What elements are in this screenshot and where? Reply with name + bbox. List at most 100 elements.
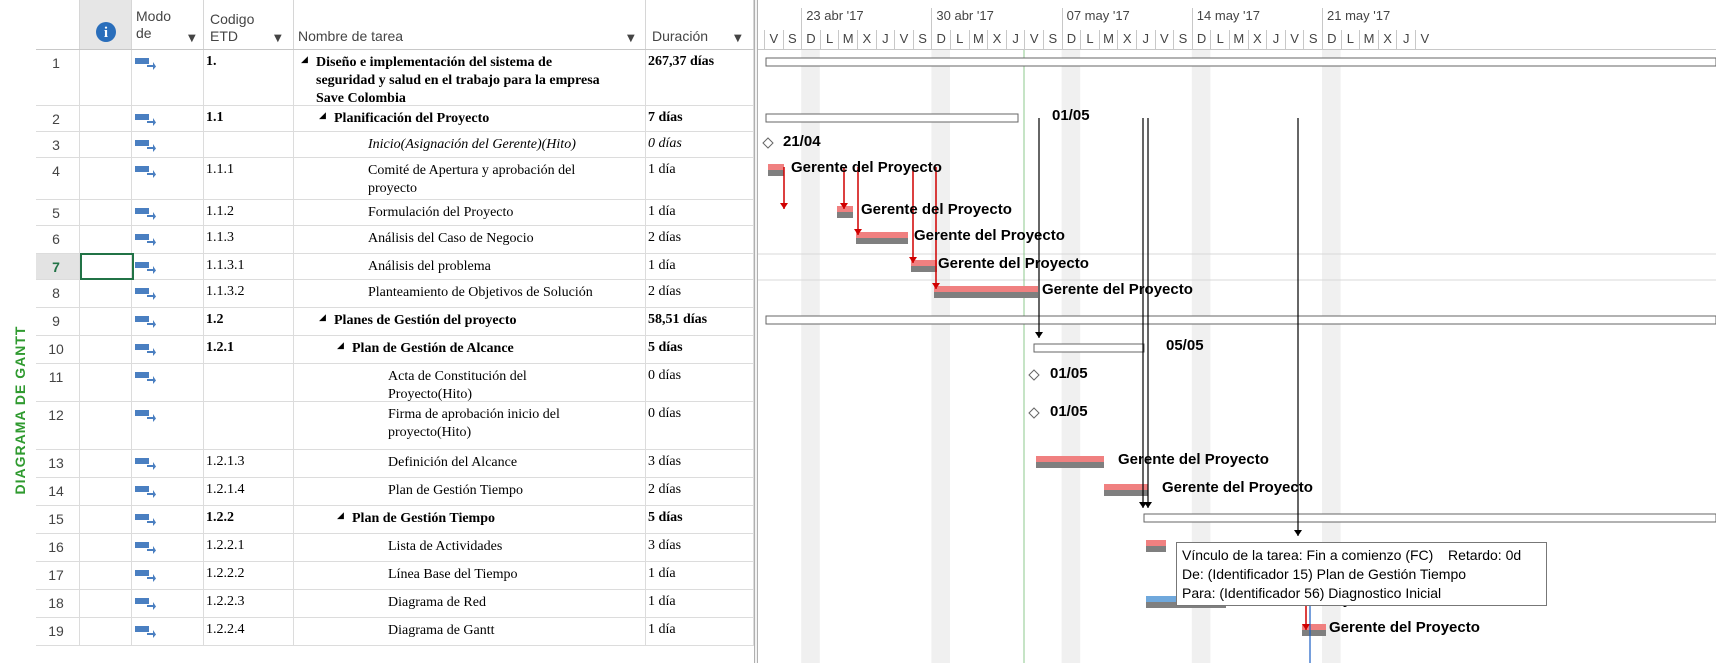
indicator-cell[interactable] — [80, 562, 132, 589]
duration-value: 0 días — [648, 136, 682, 151]
wbs-cell[interactable] — [204, 402, 294, 449]
row-number-cell[interactable]: 8 — [36, 280, 80, 307]
indicator-cell[interactable] — [80, 132, 132, 157]
header-mode[interactable]: Modo de ▼ — [132, 0, 204, 50]
table-row[interactable]: 8 1.1.3.2 Planteamiento de Objetivos de S… — [36, 280, 754, 308]
wbs-cell[interactable] — [204, 132, 294, 157]
indicator-cell[interactable] — [80, 106, 132, 131]
table-row[interactable]: 7 1.1.3.1 Análisis del problema 1 día — [36, 253, 754, 280]
task-name-line: Diagrama de Red — [388, 595, 486, 610]
indicator-cell[interactable] — [80, 308, 132, 335]
summary-bar — [1033, 343, 1145, 353]
indicator-cell[interactable] — [80, 158, 132, 199]
indicator-cell[interactable] — [80, 534, 132, 561]
indicator-cell[interactable] — [80, 618, 132, 645]
wbs-cell[interactable] — [204, 50, 294, 105]
header-duration[interactable]: Duración ▼ — [646, 0, 754, 50]
duration-value: 0 días — [648, 368, 682, 383]
gantt-view-label: DIAGRAMA DE GANTT — [12, 325, 28, 495]
table-row[interactable]: 14 1.2.1.4 Plan de Gestión Tiempo 2 días — [36, 478, 754, 506]
table-row[interactable]: 6 1.1.3 Análisis del Caso de Negocio 2 día… — [36, 226, 754, 254]
table-row[interactable]: 11 Acta de Constitución del Proyecto(Hito… — [36, 364, 754, 402]
row-number-cell[interactable]: 1 — [36, 50, 80, 105]
row-number-cell[interactable]: 7 — [36, 254, 80, 279]
row-number-cell[interactable]: 16 — [36, 534, 80, 561]
timescale-day: V — [1284, 30, 1304, 50]
link-tooltip: Vínculo de la tarea: Fin a comienzo (FC)… — [1176, 542, 1547, 606]
indicator-cell[interactable] — [80, 402, 132, 449]
auto-schedule-icon — [135, 166, 156, 178]
row-number-cell[interactable]: 19 — [36, 618, 80, 645]
indicator-cell[interactable] — [80, 226, 132, 253]
collapse-icon[interactable]: ◢ — [319, 111, 326, 121]
indicator-cell[interactable] — [80, 336, 132, 363]
task-name-line: Plan de Gestión Tiempo — [352, 511, 496, 526]
row-number-cell[interactable]: 12 — [36, 402, 80, 449]
chevron-down-icon[interactable]: ▼ — [627, 33, 635, 44]
chevron-down-icon[interactable]: ▼ — [188, 33, 196, 44]
indicator-cell[interactable] — [80, 280, 132, 307]
row-number-cell[interactable]: 3 — [36, 132, 80, 157]
table-row[interactable]: 10 1.2.1 ◢ Plan de Gestión de Alcance 5 día… — [36, 336, 754, 364]
row-number-cell[interactable]: 14 — [36, 478, 80, 505]
task-name: Línea Base del Tiempo — [388, 566, 518, 584]
table-row[interactable]: 18 1.2.2.3 Diagrama de Red 1 día — [36, 590, 754, 618]
table-row[interactable]: 3 Inicio(Asignación del Gerente)(Hito) 0 … — [36, 132, 754, 158]
indicator-cell[interactable] — [80, 590, 132, 617]
table-row[interactable]: 19 1.2.2.4 Diagrama de Gantt 1 día — [36, 618, 754, 646]
row-number-cell[interactable]: 11 — [36, 364, 80, 401]
header-info[interactable]: i — [80, 0, 132, 50]
collapse-icon[interactable]: ◢ — [319, 313, 326, 323]
collapse-icon[interactable]: ◢ — [301, 55, 308, 65]
row-number: 18 — [48, 595, 64, 611]
row-number-cell[interactable]: 15 — [36, 506, 80, 533]
table-row[interactable]: 4 1.1.1 Comité de Apertura y aprobación d… — [36, 158, 754, 200]
task-name: Análisis del Caso de Negocio — [368, 230, 534, 248]
duration-value: 1 día — [648, 594, 676, 609]
task-name: Diagrama de Gantt — [388, 622, 495, 640]
wbs-cell[interactable] — [204, 364, 294, 401]
header-task-name[interactable]: Nombre de tarea ▼ — [294, 0, 646, 50]
table-row[interactable]: 12 Firma de aprobación inicio del proyect… — [36, 402, 754, 450]
table-row[interactable]: 16 1.2.2.1 Lista de Actividades 3 días — [36, 534, 754, 562]
row-number-cell[interactable]: 2 — [36, 106, 80, 131]
timescale-day: S — [912, 30, 932, 50]
header-rownum — [36, 0, 80, 50]
indicator-cell[interactable] — [80, 506, 132, 533]
row-number: 6 — [52, 231, 60, 247]
chevron-down-icon[interactable]: ▼ — [274, 33, 282, 44]
row-number-cell[interactable]: 13 — [36, 450, 80, 477]
row-number-cell[interactable]: 5 — [36, 200, 80, 225]
header-wbs[interactable]: Codigo ETD ▼ — [204, 0, 294, 50]
indicator-cell[interactable] — [80, 364, 132, 401]
timescale-day: S — [1173, 30, 1192, 50]
chevron-down-icon[interactable]: ▼ — [734, 33, 742, 44]
table-row[interactable]: 17 1.2.2.2 Línea Base del Tiempo 1 día — [36, 562, 754, 590]
row-number-cell[interactable]: 9 — [36, 308, 80, 335]
indicator-cell[interactable] — [80, 450, 132, 477]
wbs-code: 1. — [206, 54, 217, 69]
task-name: Inicio(Asignación del Gerente)(Hito) — [368, 136, 576, 154]
indicator-cell[interactable] — [80, 478, 132, 505]
row-number-cell[interactable]: 6 — [36, 226, 80, 253]
table-row[interactable]: 13 1.2.1.3 Definición del Alcance 3 días — [36, 450, 754, 478]
table-row[interactable]: 5 1.1.2 Formulación del Proyecto 1 día — [36, 200, 754, 226]
row-number-cell[interactable]: 18 — [36, 590, 80, 617]
header-mode-label-1: Modo — [136, 8, 172, 24]
collapse-icon[interactable]: ◢ — [337, 341, 344, 351]
indicator-cell[interactable] — [80, 200, 132, 225]
table-row[interactable]: 2 1.1 ◢ Planificación del Proyecto 7 días — [36, 106, 754, 132]
timescale-day: X — [1377, 30, 1397, 50]
summary-bar — [765, 57, 1716, 67]
row-number-cell[interactable]: 4 — [36, 158, 80, 199]
table-row[interactable]: 1 1. ◢ Diseño e implementación del sistema… — [36, 50, 754, 106]
collapse-icon[interactable]: ◢ — [337, 511, 344, 521]
row-number-cell[interactable]: 17 — [36, 562, 80, 589]
duration-value: 7 días — [648, 110, 683, 125]
timescale-day: J — [1136, 30, 1155, 50]
row-number-cell[interactable]: 10 — [36, 336, 80, 363]
indicator-cell[interactable] — [80, 50, 132, 105]
table-row[interactable]: 9 1.2 ◢ Planes de Gestión del proyecto 58,5… — [36, 308, 754, 336]
table-row[interactable]: 15 1.2.2 ◢ Plan de Gestión Tiempo 5 días — [36, 506, 754, 534]
task-name-line: Plan de Gestión de Alcance — [352, 341, 514, 356]
